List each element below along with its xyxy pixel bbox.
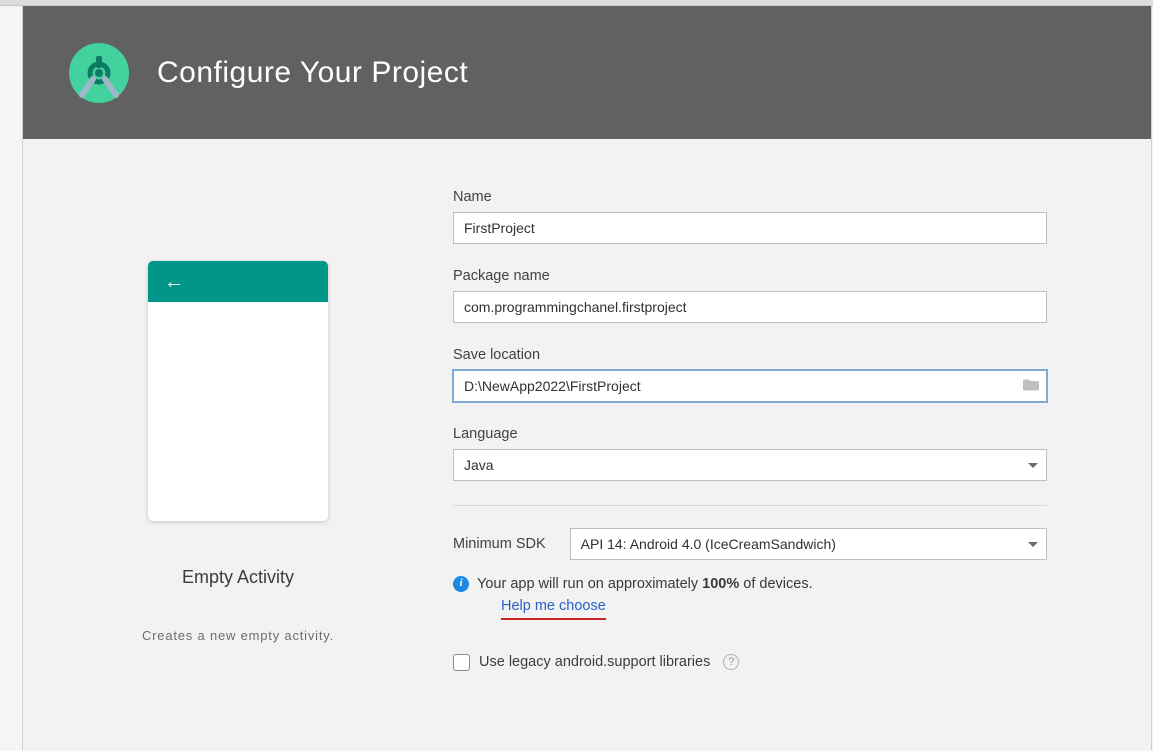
minimum-sdk-value: API 14: Android 4.0 (IceCreamSandwich) [581, 536, 836, 552]
page-title: Configure Your Project [157, 56, 468, 90]
minimum-sdk-select[interactable]: API 14: Android 4.0 (IceCreamSandwich) [570, 528, 1047, 560]
section-divider [453, 505, 1047, 506]
browse-folder-icon[interactable] [1023, 378, 1039, 395]
preview-app-bar: ← [148, 261, 328, 302]
info-icon: i [453, 576, 469, 592]
legacy-libraries-checkbox[interactable] [453, 654, 470, 671]
language-select[interactable]: Java [453, 449, 1047, 481]
template-description: Creates a new empty activity. [142, 628, 334, 643]
help-icon[interactable]: ? [723, 654, 739, 670]
wizard-header: Configure Your Project [23, 6, 1151, 139]
back-arrow-icon: ← [164, 272, 184, 292]
chevron-down-icon [1028, 463, 1038, 468]
language-label: Language [453, 426, 1047, 442]
device-coverage-text: Your app will run on approximately 100% … [477, 576, 813, 592]
save-location-input[interactable] [453, 370, 1047, 402]
name-input[interactable] [453, 212, 1047, 244]
save-location-label: Save location [453, 347, 1047, 363]
language-select-value: Java [464, 457, 494, 473]
name-label: Name [453, 189, 1047, 205]
legacy-libraries-label: Use legacy android.support libraries [479, 654, 710, 670]
chevron-down-icon [1028, 542, 1038, 547]
package-name-input[interactable] [453, 291, 1047, 323]
template-preview-column: ← Empty Activity Creates a new empty act… [23, 189, 453, 750]
template-preview-thumbnail: ← [148, 261, 328, 521]
template-name: Empty Activity [182, 567, 294, 588]
minimum-sdk-label: Minimum SDK [453, 536, 546, 552]
android-studio-logo-icon [69, 43, 129, 103]
package-name-label: Package name [453, 268, 1047, 284]
help-me-choose-link[interactable]: Help me choose [501, 596, 606, 619]
